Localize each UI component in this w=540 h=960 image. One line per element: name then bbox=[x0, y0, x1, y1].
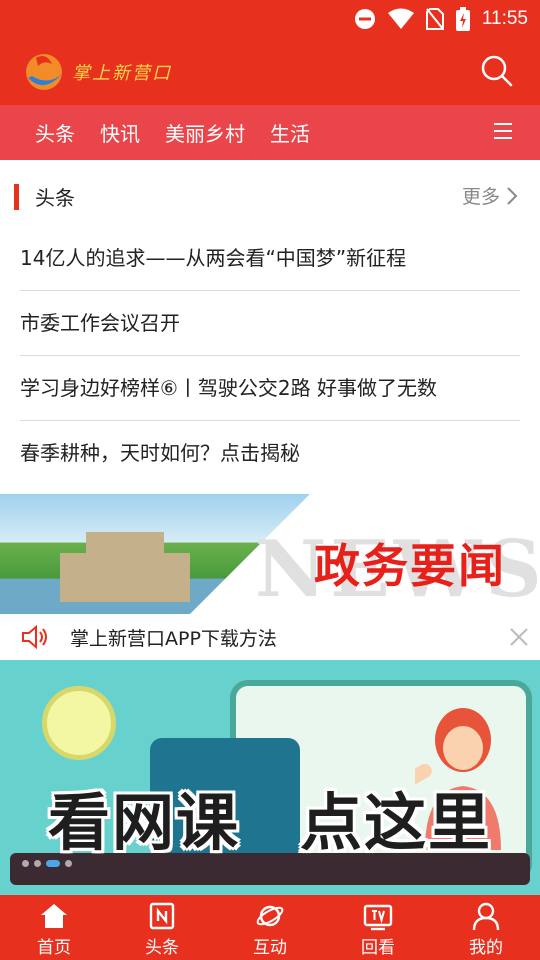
carousel-dot bbox=[65, 860, 72, 867]
person-icon bbox=[472, 902, 500, 931]
tab-home[interactable]: 首页 bbox=[0, 895, 108, 960]
tab-headlines[interactable]: 头条 bbox=[108, 895, 216, 960]
app-header: 11:55 掌上新营口 bbox=[0, 0, 540, 105]
online-class-ad[interactable]: 看网课 点这里 bbox=[0, 660, 540, 895]
battery-charging-icon bbox=[455, 7, 470, 31]
news-item[interactable]: 春季耕种，天时如何？点击揭秘 bbox=[20, 421, 520, 485]
status-bar: 11:55 bbox=[354, 6, 528, 32]
home-icon bbox=[41, 904, 67, 928]
nav-tab-flash[interactable]: 快讯 bbox=[100, 118, 140, 147]
planet-icon bbox=[256, 905, 284, 927]
notice-text: 掌上新营口APP下载方法 bbox=[70, 628, 277, 650]
close-icon[interactable] bbox=[508, 626, 530, 648]
menu-icon[interactable] bbox=[492, 120, 514, 142]
nav-tab-headlines[interactable]: 头条 bbox=[35, 118, 75, 147]
tab-interact[interactable]: 互动 bbox=[216, 895, 324, 960]
more-label: 更多 bbox=[461, 186, 500, 208]
news-item[interactable]: 学习身边好榜样⑥丨驾驶公交2路 好事做了无数 bbox=[20, 356, 520, 421]
do-not-disturb-icon bbox=[354, 9, 375, 29]
tab-replay[interactable]: 回看 bbox=[324, 895, 432, 960]
section-header: 头条 更多 bbox=[0, 178, 540, 216]
tab-label: 回看 bbox=[361, 938, 395, 958]
wifi-icon bbox=[387, 8, 414, 29]
tab-label: 互动 bbox=[253, 938, 287, 958]
carousel-indicator bbox=[22, 860, 72, 867]
section-accent-bar bbox=[14, 184, 19, 210]
logo-text: 掌上新营口 bbox=[72, 63, 172, 84]
bottom-tab-bar: 首页 头条 互动 回看 我的 bbox=[0, 895, 540, 960]
nav-tab-countryside[interactable]: 美丽乡村 bbox=[165, 118, 245, 147]
carousel-dot bbox=[22, 860, 29, 867]
news-item[interactable]: 市委工作会议召开 bbox=[20, 291, 520, 356]
tab-label: 我的 bbox=[469, 938, 503, 958]
logo-icon bbox=[26, 54, 62, 90]
carousel-dot-active bbox=[46, 860, 60, 867]
app-logo[interactable]: 掌上新营口 bbox=[22, 50, 172, 94]
ad-text-right: 点这里 bbox=[300, 786, 493, 859]
ad-text-left: 看网课 bbox=[48, 786, 241, 859]
search-icon[interactable] bbox=[480, 54, 514, 88]
news-icon bbox=[149, 902, 175, 930]
tab-label: 首页 bbox=[37, 938, 71, 958]
chevron-right-icon bbox=[507, 186, 518, 205]
more-link[interactable]: 更多 bbox=[462, 182, 518, 209]
clock-time: 11:55 bbox=[481, 8, 528, 29]
tab-mine[interactable]: 我的 bbox=[432, 895, 540, 960]
nav-tab-life[interactable]: 生活 bbox=[270, 118, 310, 147]
channel-nav: 头条 快讯 美丽乡村 生活 bbox=[0, 105, 540, 160]
tv-icon bbox=[363, 904, 393, 931]
section-title: 头条 bbox=[35, 186, 75, 210]
banner-title: 政务要闻 bbox=[314, 539, 506, 593]
carousel-dot bbox=[34, 860, 41, 867]
tab-label: 头条 bbox=[145, 938, 179, 958]
notice-bar[interactable]: 掌上新营口APP下载方法 bbox=[0, 614, 540, 660]
wall-clock-illustration bbox=[42, 686, 116, 760]
no-sim-icon bbox=[425, 8, 444, 30]
news-item[interactable]: 14亿人的追求——从两会看“中国梦”新征程 bbox=[20, 226, 520, 291]
speaker-icon bbox=[22, 624, 47, 650]
government-news-banner[interactable]: NEWS 政务要闻 bbox=[0, 494, 540, 614]
